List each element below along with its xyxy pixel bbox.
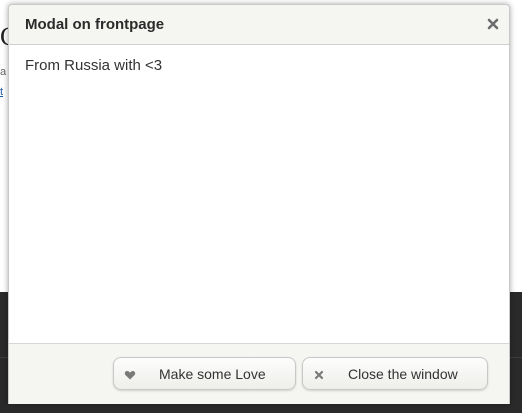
close-icon[interactable] [485, 16, 501, 32]
make-love-button-label: Make some Love [159, 366, 266, 382]
modal-body: From Russia with <3 [9, 45, 509, 342]
close-icon [313, 368, 325, 380]
modal-title: Modal on frontpage [25, 16, 165, 33]
heart-icon [124, 368, 136, 380]
modal-dialog: Modal on frontpage From Russia with <3 M… [8, 4, 510, 404]
modal-footer: Make some Love Close the window [9, 343, 509, 404]
close-window-button-label: Close the window [348, 366, 458, 382]
modal-header: Modal on frontpage [9, 5, 509, 45]
modal-body-text: From Russia with <3 [25, 57, 163, 74]
close-window-button[interactable]: Close the window [302, 357, 488, 390]
make-love-button[interactable]: Make some Love [113, 357, 296, 390]
